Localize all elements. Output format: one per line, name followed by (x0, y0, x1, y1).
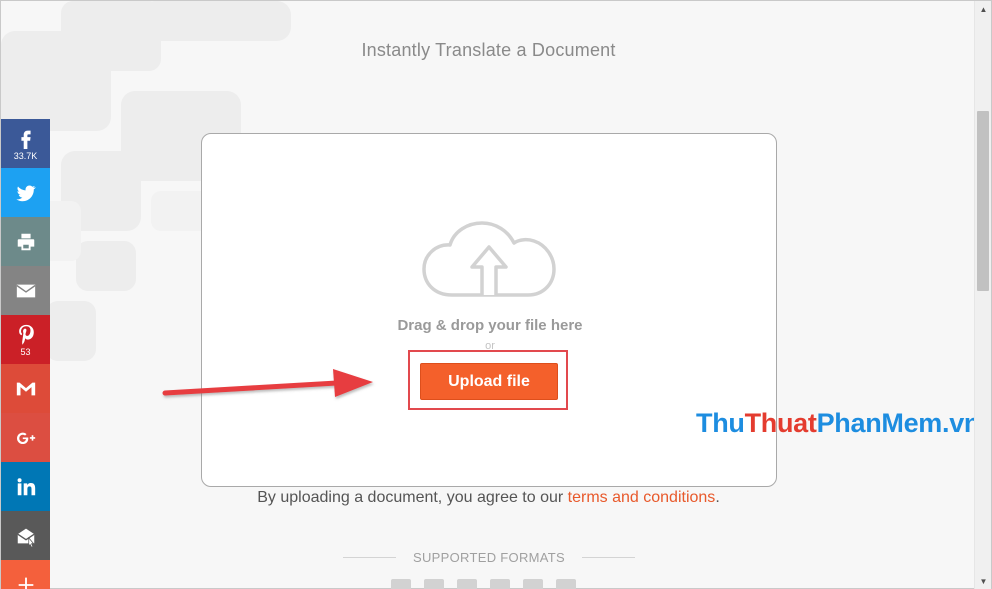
divider (343, 556, 396, 558)
scroll-up-arrow-icon[interactable]: ▲ (975, 1, 992, 18)
watermark-part: Phan (816, 408, 882, 438)
vertical-scrollbar[interactable]: ▲ ▼ (974, 1, 991, 589)
pdf-icon (523, 579, 543, 589)
gmail-icon (16, 382, 35, 395)
envelope-icon (15, 284, 36, 297)
social-share-sidebar: 33.7K 53 (1, 119, 50, 589)
powerpoint-icon (424, 579, 444, 589)
cloud-upload-icon (422, 221, 556, 297)
file-dropzone[interactable]: Drag & drop your file here or (201, 133, 777, 487)
word-icon (391, 579, 411, 589)
facebook-icon (20, 130, 31, 149)
share-mail-app-button[interactable] (1, 511, 50, 560)
red-arrow-annotation (162, 369, 373, 397)
scroll-thumb[interactable] (977, 111, 989, 291)
pinterest-icon (18, 324, 34, 345)
terms-link[interactable]: terms and conditions (568, 489, 716, 506)
divider (582, 556, 635, 558)
share-pinterest-button[interactable]: 53 (1, 315, 50, 364)
upload-file-button[interactable]: Upload file (420, 363, 558, 400)
share-print-button[interactable] (1, 217, 50, 266)
plus-icon (18, 577, 33, 589)
mail-open-icon (16, 528, 35, 547)
scroll-down-arrow-icon[interactable]: ▼ (975, 573, 992, 589)
excel-icon (457, 579, 477, 589)
watermark-part: Thuat (744, 408, 817, 438)
share-linkedin-button[interactable] (1, 462, 50, 511)
agreement-prefix: By uploading a document, you agree to ou… (257, 489, 568, 506)
opendocument-icon (490, 579, 510, 589)
share-gmail-button[interactable] (1, 364, 50, 413)
share-email-button[interactable] (1, 266, 50, 315)
linkedin-icon (17, 477, 35, 495)
share-count: 53 (20, 346, 31, 357)
page-title: Instantly Translate a Document (361, 40, 616, 60)
watermark-part: .vn (942, 408, 976, 438)
watermark-part: Thu (696, 408, 745, 438)
share-twitter-button[interactable] (1, 168, 50, 217)
agreement-suffix: . (715, 489, 720, 506)
share-facebook-button[interactable]: 33.7K (1, 119, 50, 168)
google-plus-icon (16, 432, 35, 444)
watermark-part: Mem (881, 408, 943, 438)
supported-formats-header: SUPPORTED FORMATS (343, 548, 635, 566)
text-file-icon (556, 579, 576, 589)
drag-drop-label: Drag & drop your file here (397, 317, 583, 334)
share-google-plus-button[interactable] (1, 413, 50, 462)
share-more-button[interactable] (1, 560, 50, 589)
printer-icon (17, 233, 34, 250)
supported-formats-label: SUPPORTED FORMATS (413, 549, 565, 565)
twitter-icon (15, 185, 36, 201)
site-watermark: ThuThuatPhanMem.vn (696, 408, 976, 439)
page: Instantly Translate a Document Drag & dr… (1, 1, 976, 589)
agreement-text: By uploading a document, you agree to ou… (1, 489, 976, 507)
format-icons (391, 579, 591, 589)
share-count: 33.7K (13, 150, 38, 161)
